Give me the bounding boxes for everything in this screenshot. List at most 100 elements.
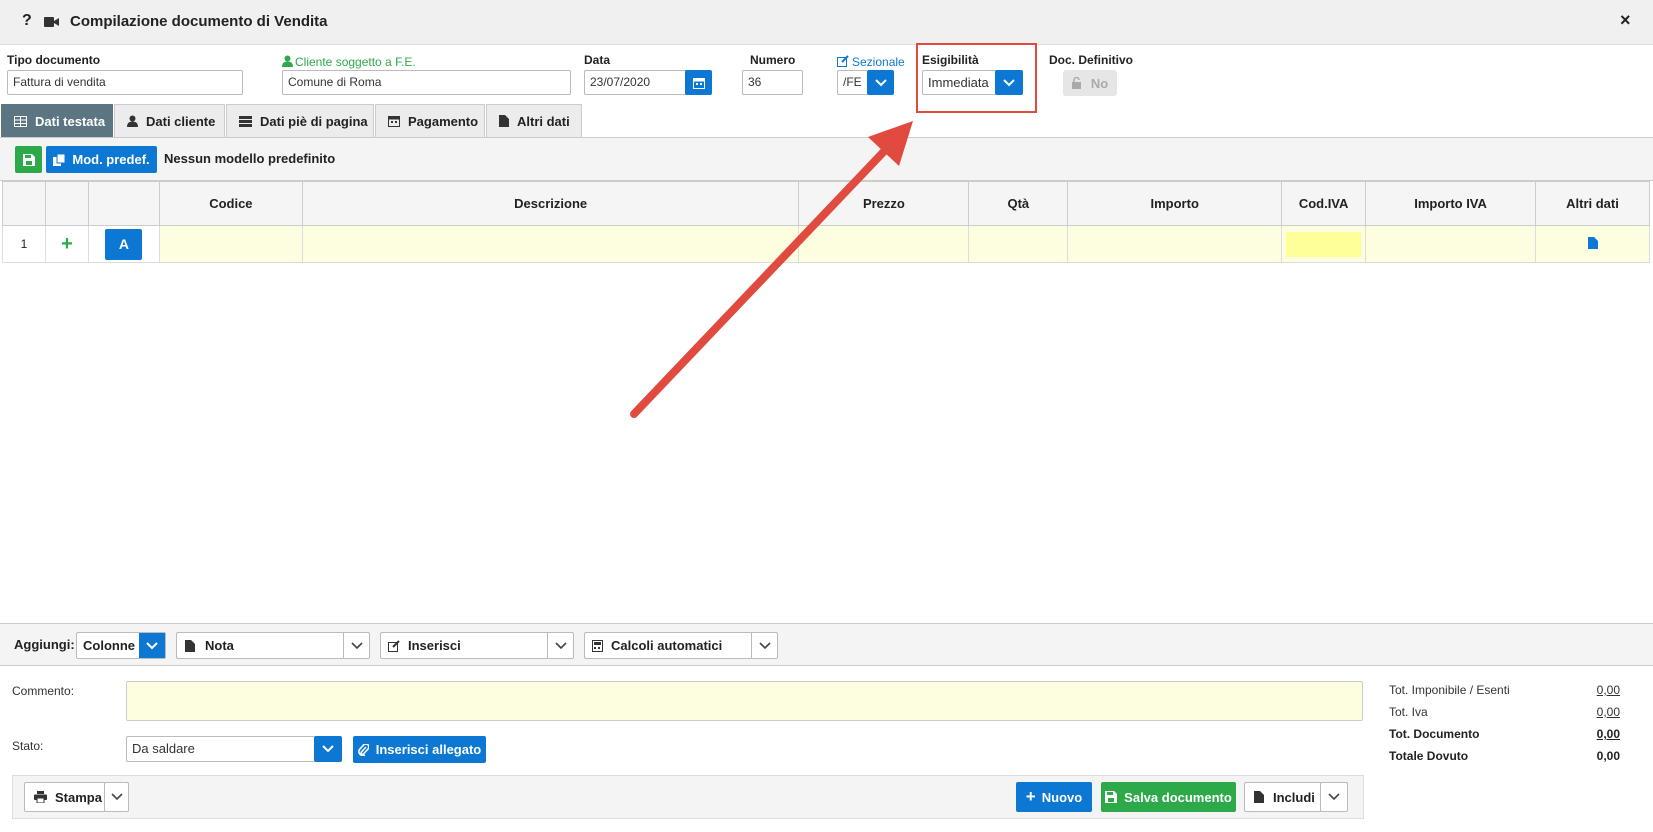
sezionale-label[interactable]: Sezionale	[852, 55, 905, 69]
qta-cell[interactable]	[968, 225, 1069, 263]
chevron-down-icon[interactable]	[343, 633, 369, 658]
column-header	[2, 181, 46, 226]
sezionale-dropdown-button[interactable]	[867, 70, 894, 95]
nuovo-button[interactable]: + Nuovo	[1016, 782, 1092, 812]
numero-field[interactable]: 36	[742, 70, 803, 95]
tot-iva-label: Tot. Iva	[1389, 705, 1428, 719]
includi-dropdown-button[interactable]	[1320, 782, 1348, 812]
tot-imponibile-value[interactable]: 0,00	[1560, 683, 1620, 697]
tab-dati-testata[interactable]: Dati testata	[1, 104, 113, 137]
chevron-down-icon	[110, 793, 123, 801]
copy-icon	[53, 153, 66, 166]
codice-cell[interactable]	[158, 225, 303, 263]
cliente-field[interactable]: Comune di Roma	[282, 70, 571, 95]
prezzo-cell[interactable]	[798, 225, 970, 263]
mod-predef-button[interactable]: Mod. predef.	[46, 146, 157, 173]
doc-definitivo-value: No	[1090, 75, 1109, 91]
sezionale-field[interactable]: /FE	[837, 70, 868, 95]
colonne-dropdown-button[interactable]	[139, 633, 165, 658]
column-header-importo[interactable]: Importo	[1067, 181, 1283, 226]
row-type-button[interactable]: A	[105, 228, 143, 260]
file-icon	[1254, 791, 1264, 803]
nuovo-label: Nuovo	[1041, 789, 1083, 805]
inserisci-allegato-label: Inserisci allegato	[375, 742, 482, 757]
calendar-icon	[388, 116, 400, 127]
chevron-down-icon	[874, 78, 887, 86]
descrizione-cell[interactable]	[301, 225, 800, 263]
numero-label: Numero	[750, 53, 796, 67]
table-header-row: Codice Descrizione Prezzo Qtà Importo Co…	[2, 181, 1650, 226]
colonne-dropdown[interactable]: Colonne	[76, 632, 166, 659]
row-number: 1	[2, 225, 46, 263]
column-header-prezzo[interactable]: Prezzo	[798, 181, 970, 226]
stampa-label: Stampa	[55, 789, 102, 805]
help-icon[interactable]: ?	[22, 12, 32, 30]
cod-iva-cell[interactable]	[1281, 225, 1367, 263]
tab-dati-pie-pagina[interactable]: Dati piè di pagina	[226, 104, 374, 137]
tot-iva-value[interactable]: 0,00	[1560, 705, 1620, 719]
totale-dovuto-label: Totale Dovuto	[1389, 749, 1469, 763]
data-field[interactable]: 23/07/2020	[584, 70, 686, 95]
add-row-button[interactable]: +	[44, 225, 89, 263]
doc-definitivo-label: Doc. Definitivo	[1049, 53, 1134, 67]
plus-icon: +	[1025, 787, 1036, 806]
table-row: 1 + A	[2, 225, 1650, 263]
chevron-down-icon[interactable]	[547, 633, 573, 658]
column-header-cod-iva[interactable]: Cod.IVA	[1281, 181, 1367, 226]
user-icon	[282, 55, 293, 70]
commento-field[interactable]	[126, 681, 1363, 721]
tipo-documento-field[interactable]: Fattura di vendita	[7, 70, 243, 95]
save-icon	[1105, 791, 1118, 803]
totale-dovuto-value: 0,00	[1596, 749, 1620, 763]
stato-field[interactable]: Da saldare	[126, 736, 315, 762]
model-text: Nessun modello predefinito	[164, 151, 336, 166]
tab-altri-dati[interactable]: Altri dati	[486, 104, 582, 137]
user-icon	[127, 115, 138, 127]
doc-definitivo-toggle[interactable]: No	[1063, 70, 1117, 96]
tab-pagamento[interactable]: Pagamento	[375, 104, 485, 137]
cod-iva-input[interactable]	[1286, 231, 1362, 257]
table-icon	[14, 115, 27, 127]
stampa-dropdown-button[interactable]	[104, 782, 129, 812]
column-header-descrizione[interactable]: Descrizione	[301, 181, 800, 226]
commento-label: Commento:	[12, 684, 75, 698]
chevron-down-icon[interactable]	[751, 633, 777, 658]
calendar-icon	[692, 77, 705, 89]
altri-dati-cell[interactable]	[1535, 225, 1650, 263]
column-header-codice[interactable]: Codice	[158, 181, 303, 226]
column-header-importo-iva[interactable]: Importo IVA	[1365, 181, 1536, 226]
salva-documento-button[interactable]: Salva documento	[1101, 782, 1236, 812]
edit-icon	[837, 55, 849, 70]
close-icon[interactable]: ×	[1620, 10, 1631, 31]
chevron-down-icon	[1328, 793, 1340, 801]
column-header	[87, 181, 160, 226]
video-icon[interactable]	[44, 16, 60, 28]
colonne-label: Colonne	[83, 638, 135, 653]
file-icon	[499, 115, 509, 127]
tab-label: Dati testata	[35, 113, 106, 129]
tot-imponibile-label: Tot. Imponibile / Esenti	[1389, 683, 1510, 697]
tab-label: Dati cliente	[146, 113, 216, 129]
column-header-altri-dati[interactable]: Altri dati	[1535, 181, 1650, 226]
inserisci-dropdown[interactable]: Inserisci	[380, 632, 574, 659]
calculator-icon	[592, 639, 603, 652]
calcoli-dropdown[interactable]: Calcoli automatici	[584, 632, 778, 659]
cliente-label[interactable]: Cliente soggetto a F.E.	[295, 55, 416, 69]
save-icon	[22, 153, 35, 166]
stato-dropdown-button[interactable]	[314, 736, 342, 762]
tab-label: Pagamento	[408, 113, 479, 129]
chevron-down-icon	[146, 641, 158, 649]
calendar-button[interactable]	[685, 70, 712, 95]
highlight-box	[916, 43, 1037, 113]
file-icon[interactable]	[1587, 236, 1598, 249]
stato-label: Stato:	[12, 739, 44, 753]
tab-dati-cliente[interactable]: Dati cliente	[114, 104, 225, 137]
save-model-button[interactable]	[15, 146, 42, 173]
tot-documento-value[interactable]: 0,00	[1560, 727, 1620, 741]
column-header-qta[interactable]: Qtà	[968, 181, 1069, 226]
importo-cell[interactable]	[1067, 225, 1283, 263]
importo-iva-cell[interactable]	[1365, 225, 1536, 263]
nota-dropdown[interactable]: Nota	[176, 632, 370, 659]
calcoli-label: Calcoli automatici	[611, 638, 723, 653]
inserisci-allegato-button[interactable]: Inserisci allegato	[353, 736, 486, 763]
